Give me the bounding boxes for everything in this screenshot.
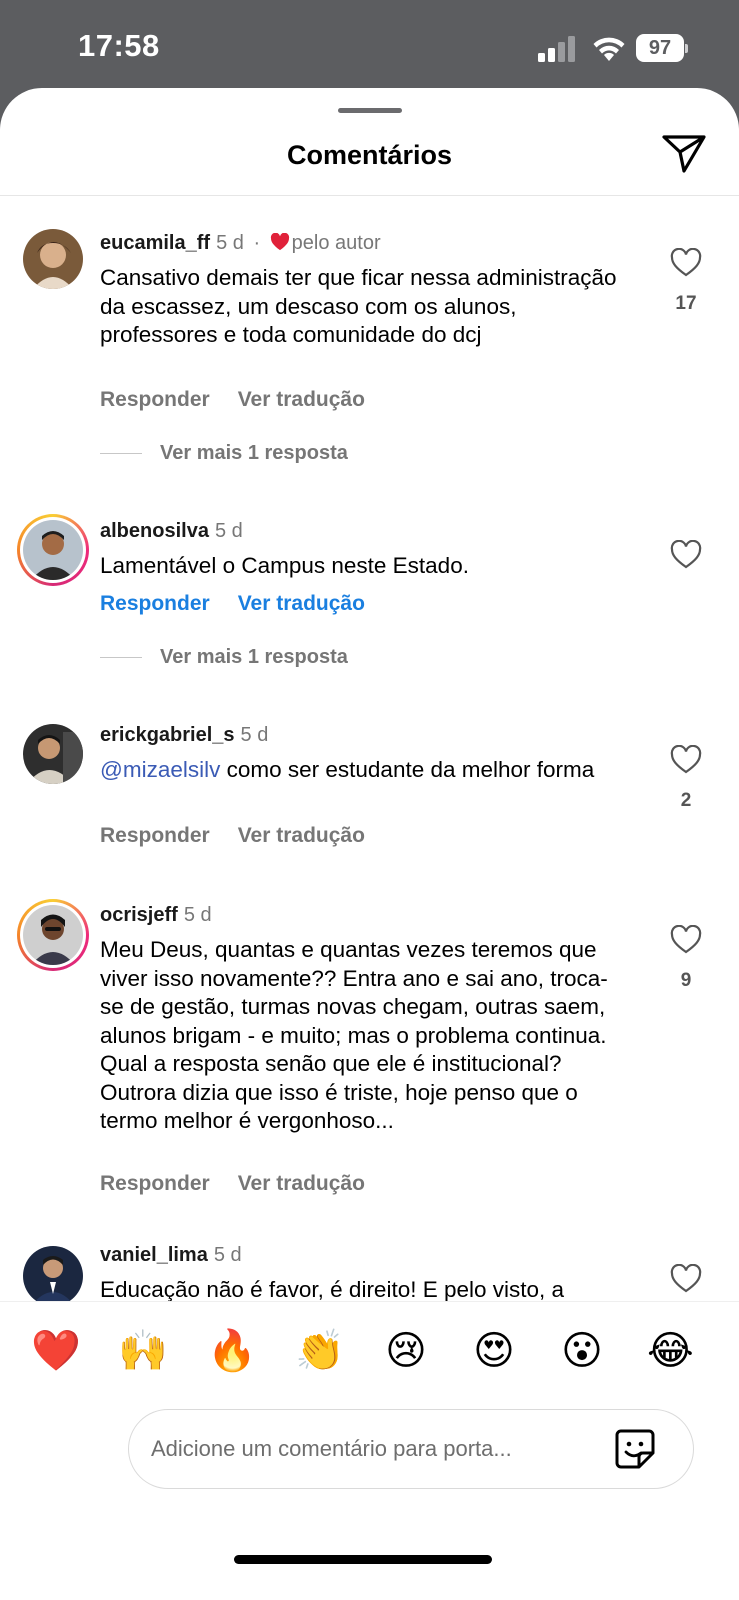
avatar-image (23, 229, 83, 289)
translate-button[interactable]: Ver tradução (238, 592, 365, 615)
comment-like: 17 (668, 247, 704, 315)
comment-actions: Responder Ver tradução (100, 1172, 393, 1196)
reply-button[interactable]: Responder (100, 824, 210, 847)
view-more-replies[interactable]: Ver mais 1 resposta (100, 646, 348, 669)
sticker-icon[interactable] (613, 1427, 657, 1471)
reaction-crying[interactable]: 😢 (383, 1328, 429, 1374)
meta-separator: · (253, 232, 261, 254)
like-heart-icon[interactable] (670, 539, 702, 570)
cellular-signal-icon (538, 36, 575, 62)
avatar-image (23, 520, 83, 580)
comment-list[interactable]: eucamila_ff 5 d · pelo autor Cansativo de… (0, 196, 739, 1388)
comment-text: Cansativo demais ter que ficar nessa adm… (100, 265, 617, 347)
avatar[interactable] (23, 1246, 83, 1306)
comment-like: 2 (668, 744, 704, 812)
avatar-story-ring[interactable] (17, 514, 89, 586)
comment-header: eucamila_ff 5 d · pelo autor (100, 232, 381, 255)
comment-actions: Responder Ver tradução (100, 592, 393, 616)
comment-age: 5 d (216, 232, 244, 254)
comment-username[interactable]: vaniel_lima (100, 1244, 208, 1266)
comment-username[interactable]: ocrisjeff (100, 904, 178, 926)
battery-icon: 97 (636, 34, 688, 62)
reaction-heart-eyes[interactable]: 😍 (471, 1328, 517, 1374)
liked-by-author-label: pelo autor (291, 232, 381, 254)
view-more-replies-label: Ver mais 1 resposta (160, 442, 348, 464)
comment-header: erickgabriel_s 5 d (100, 724, 268, 747)
comment-composer (128, 1409, 694, 1489)
like-count: 9 (680, 970, 692, 991)
reaction-laughing[interactable]: 😂 (647, 1328, 694, 1374)
reply-button[interactable]: Responder (100, 388, 210, 411)
replies-line (100, 656, 142, 659)
comment-header: albenosilva 5 d (100, 520, 243, 543)
comment-text: Lamentável o Campus neste Estado. (100, 553, 469, 578)
translate-button[interactable]: Ver tradução (238, 388, 365, 411)
wifi-icon (593, 37, 625, 61)
avatar-image (23, 724, 83, 784)
comment-input[interactable] (151, 1430, 591, 1468)
comment-actions: Responder Ver tradução (100, 388, 393, 412)
comment-header: vaniel_lima 5 d (100, 1244, 242, 1267)
avatar-image (23, 1246, 83, 1306)
quick-reactions-bar: ❤️ 🙌 🔥 👏 😢 😍 😮 😂 (0, 1301, 739, 1401)
reaction-heart[interactable]: ❤️ (31, 1328, 81, 1374)
comment-text: Meu Deus, quantas e quantas vezes teremo… (100, 937, 608, 1133)
comment-username[interactable]: eucamila_ff (100, 232, 210, 254)
reaction-fire[interactable]: 🔥 (207, 1328, 257, 1374)
reaction-clapping[interactable]: 👏 (295, 1328, 345, 1374)
comment-age: 5 d (183, 904, 212, 926)
comment-header: ocrisjeff 5 d (100, 904, 212, 927)
comment-actions: Responder Ver tradução (100, 824, 393, 848)
battery-tip (685, 44, 688, 53)
status-time: 17:58 (78, 28, 160, 63)
view-more-replies-label: Ver mais 1 resposta (160, 646, 348, 668)
replies-line (100, 452, 142, 455)
reply-button[interactable]: Responder (100, 592, 210, 615)
comment-age: 5 d (240, 724, 269, 746)
comment-username[interactable]: erickgabriel_s (100, 724, 235, 746)
comment-like (668, 1263, 704, 1299)
translate-button[interactable]: Ver tradução (238, 824, 365, 847)
share-icon[interactable] (660, 132, 708, 174)
comment-like (668, 539, 704, 575)
reaction-surprised[interactable]: 😮 (559, 1328, 605, 1374)
comment-like: 9 (668, 924, 704, 992)
comment-text-body: como ser estudante da melhor forma (220, 757, 595, 782)
sheet-title: Comentários (286, 140, 453, 170)
avatar-image (23, 905, 83, 965)
reply-button[interactable]: Responder (100, 1172, 210, 1195)
home-indicator (234, 1555, 492, 1564)
author-heart-icon (270, 233, 289, 251)
battery-level: 97 (636, 34, 684, 62)
like-heart-icon[interactable] (670, 744, 702, 775)
like-heart-icon[interactable] (670, 247, 702, 278)
reaction-raising-hands[interactable]: 🙌 (118, 1328, 168, 1374)
comments-sheet: Comentários eucamila_ff 5 d · pelo autor … (0, 88, 739, 1600)
like-count: 2 (680, 790, 692, 811)
like-count: 17 (675, 293, 697, 314)
comment-age: 5 d (214, 520, 243, 542)
view-more-replies[interactable]: Ver mais 1 resposta (100, 442, 348, 465)
translate-button[interactable]: Ver tradução (238, 1172, 365, 1195)
avatar[interactable] (23, 724, 83, 784)
sheet-grabber[interactable] (338, 108, 402, 113)
avatar-story-ring[interactable] (17, 899, 89, 971)
comment-age: 5 d (213, 1244, 242, 1266)
avatar[interactable] (23, 229, 83, 289)
mention-link[interactable]: @mizaelsilv (100, 757, 220, 782)
like-heart-icon[interactable] (670, 1263, 702, 1294)
comment-username[interactable]: albenosilva (100, 520, 209, 542)
like-heart-icon[interactable] (670, 924, 702, 955)
comment-text: @mizaelsilv como ser estudante da melhor… (100, 756, 630, 785)
status-bar: 17:58 97 (0, 0, 739, 100)
